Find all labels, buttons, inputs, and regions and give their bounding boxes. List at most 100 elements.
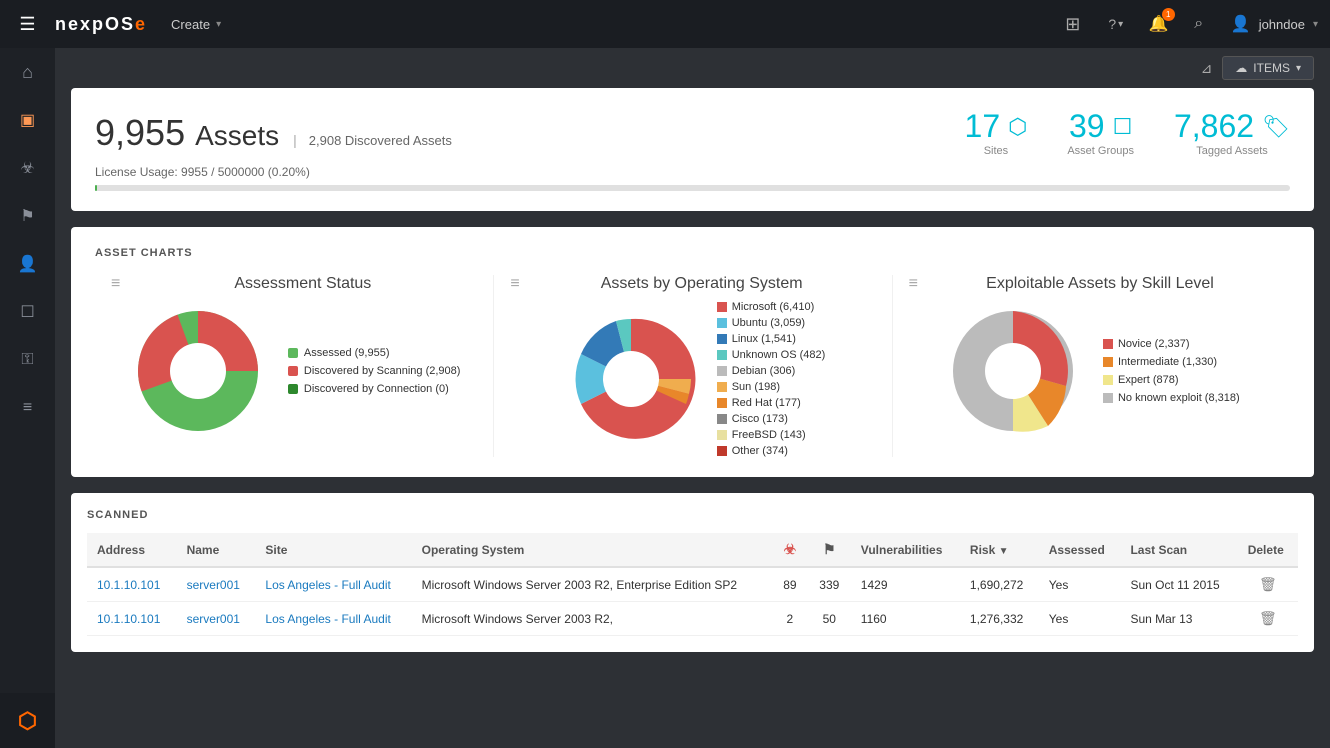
sites-icon: ⬡: [1008, 114, 1027, 140]
sites-label: Sites: [984, 145, 1008, 157]
sites-stat: 17 ⬡ Sites: [965, 108, 1028, 157]
cell-risk: 1,690,272: [960, 567, 1039, 602]
col-name: Name: [177, 533, 256, 567]
assets-count: 9,955: [95, 112, 185, 154]
bug-icon: ☣: [20, 158, 34, 178]
col-risk[interactable]: Risk ▼: [960, 533, 1039, 567]
delete-icon[interactable]: 🗑: [1259, 610, 1277, 626]
col-address: Address: [87, 533, 177, 567]
os-pie-chart: [561, 309, 701, 449]
help-chevron-icon: ▾: [1118, 19, 1123, 30]
cell-os: Microsoft Windows Server 2003 R2,: [412, 602, 772, 636]
sites-count: 17: [965, 108, 1001, 145]
policy-icon: ⚑: [20, 206, 34, 226]
scanned-card: SCANNED Address Name Site Operating Syst…: [71, 493, 1314, 652]
cell-assessed: Yes: [1039, 602, 1121, 636]
monitor-icon: ▣: [20, 110, 35, 130]
os-chart-menu[interactable]: ≡: [510, 275, 519, 293]
groups-count: 39: [1069, 108, 1105, 145]
cell-assessed: Yes: [1039, 567, 1121, 602]
sidebar-item-nexpose[interactable]: ⬡: [0, 693, 55, 748]
username: johndoe: [1259, 17, 1305, 32]
os-chart-title: Assets by Operating System: [528, 275, 876, 293]
cell-os: Microsoft Windows Server 2003 R2, Enterp…: [412, 567, 772, 602]
col-assessed: Assessed: [1039, 533, 1121, 567]
notifications-button[interactable]: 🔔 1: [1139, 0, 1179, 48]
col-bug: ☣: [772, 533, 808, 567]
sidebar-item-dashboard[interactable]: ☐: [0, 288, 55, 336]
col-delete: Delete: [1238, 533, 1298, 567]
assessment-pie-chart: [128, 301, 268, 441]
groups-icon: ☐: [1113, 114, 1133, 140]
cell-address[interactable]: 10.1.10.101: [87, 602, 177, 636]
sidebar-item-home[interactable]: ⌂: [0, 48, 55, 96]
os-legend: Microsoft (6,410) Ubuntu (3,059) Linux (…: [717, 301, 826, 457]
cell-vulnerabilities: 1429: [851, 567, 960, 602]
cell-name[interactable]: server001: [177, 567, 256, 602]
search-icon: ⌕: [1194, 15, 1203, 33]
user-icon: 👤: [1231, 14, 1251, 34]
nexpose-logo-icon: ⬡: [18, 708, 37, 734]
col-os: Operating System: [412, 533, 772, 567]
col-vulnerabilities: Vulnerabilities: [851, 533, 960, 567]
help-button[interactable]: ? ▾: [1093, 0, 1139, 48]
items-chevron-icon: ▾: [1296, 63, 1301, 74]
notification-badge: 1: [1162, 8, 1175, 21]
table-row: 10.1.10.101 server001 Los Angeles - Full…: [87, 602, 1298, 636]
user-chevron-icon: ▾: [1313, 19, 1318, 30]
cell-name[interactable]: server001: [177, 602, 256, 636]
cell-last-scan: Sun Mar 13: [1120, 602, 1237, 636]
cell-site[interactable]: Los Angeles - Full Audit: [255, 602, 411, 636]
exploit-chart-menu[interactable]: ≡: [909, 275, 918, 293]
assessment-chart-menu[interactable]: ≡: [111, 275, 120, 293]
exploit-pie-chart: [943, 301, 1083, 441]
search-button[interactable]: ⌕: [1179, 0, 1219, 48]
cell-delete[interactable]: 🗑: [1238, 567, 1298, 602]
sidebar-item-tags[interactable]: ⚿: [0, 336, 55, 384]
assessment-chart-title: Assessment Status: [128, 275, 477, 293]
tagged-label: Tagged Assets: [1196, 145, 1268, 157]
cell-vuln1: 89: [772, 567, 808, 602]
sidebar-item-reports[interactable]: 👤: [0, 240, 55, 288]
grid-icon: ⊞: [1065, 14, 1080, 35]
create-chevron-icon: ▾: [216, 19, 221, 30]
groups-label: Asset Groups: [1067, 145, 1134, 157]
sidebar-item-policies[interactable]: ⚑: [0, 192, 55, 240]
cell-delete[interactable]: 🗑: [1238, 602, 1298, 636]
charts-section-title: ASSET CHARTS: [95, 247, 1290, 259]
asset-groups-stat: 39 ☐ Asset Groups: [1067, 108, 1134, 157]
asset-charts-card: ASSET CHARTS ≡ Assessment Status: [71, 227, 1314, 477]
dashboard-icon: ☐: [20, 302, 34, 322]
user-menu[interactable]: 👤 johndoe ▾: [1219, 14, 1330, 34]
sidebar-item-vulnerabilities[interactable]: ☣: [0, 144, 55, 192]
filter-icon[interactable]: ⊿: [1201, 60, 1213, 77]
exploit-chart-title: Exploitable Assets by Skill Level: [926, 275, 1274, 293]
sidebar-item-assets[interactable]: ▣: [0, 96, 55, 144]
cell-vuln2: 339: [808, 567, 851, 602]
items-dropdown-button[interactable]: ☁ ITEMS ▾: [1222, 56, 1314, 80]
discovered-assets: 2,908 Discovered Assets: [309, 133, 452, 148]
create-button[interactable]: Create ▾: [171, 17, 221, 32]
exploit-legend: Novice (2,337) Intermediate (1,330) Expe…: [1103, 338, 1240, 404]
cell-site[interactable]: Los Angeles - Full Audit: [255, 567, 411, 602]
col-site: Site: [255, 533, 411, 567]
license-text: License Usage: 9955 / 5000000 (0.20%): [95, 165, 310, 179]
assets-summary-card: 9,955 Assets | 2,908 Discovered Assets 1…: [71, 88, 1314, 211]
grid-view-button[interactable]: ⊞: [1053, 0, 1093, 48]
sidebar-item-list[interactable]: ≡: [0, 384, 55, 432]
delete-icon[interactable]: 🗑: [1259, 576, 1277, 592]
cloud-icon: ☁: [1235, 61, 1247, 75]
home-icon: ⌂: [22, 62, 33, 83]
reports-icon: 👤: [18, 254, 38, 274]
help-icon: ?: [1108, 16, 1116, 32]
assets-table: Address Name Site Operating System ☣ ⚑ V…: [87, 533, 1298, 636]
tags-icon: ⚿: [21, 351, 33, 369]
assets-label: Assets: [195, 120, 279, 152]
assessment-legend: Assessed (9,955) Discovered by Scanning …: [288, 347, 461, 395]
os-chart-panel: ≡ Assets by Operating System: [493, 275, 891, 457]
cell-address[interactable]: 10.1.10.101: [87, 567, 177, 602]
hamburger-button[interactable]: ☰: [0, 0, 55, 48]
exploit-chart-panel: ≡ Exploitable Assets by Skill Level: [892, 275, 1290, 457]
assessment-chart-panel: ≡ Assessment Status: [95, 275, 493, 457]
tagged-assets-stat: 7,862 🏷 Tagged Assets: [1174, 108, 1290, 157]
